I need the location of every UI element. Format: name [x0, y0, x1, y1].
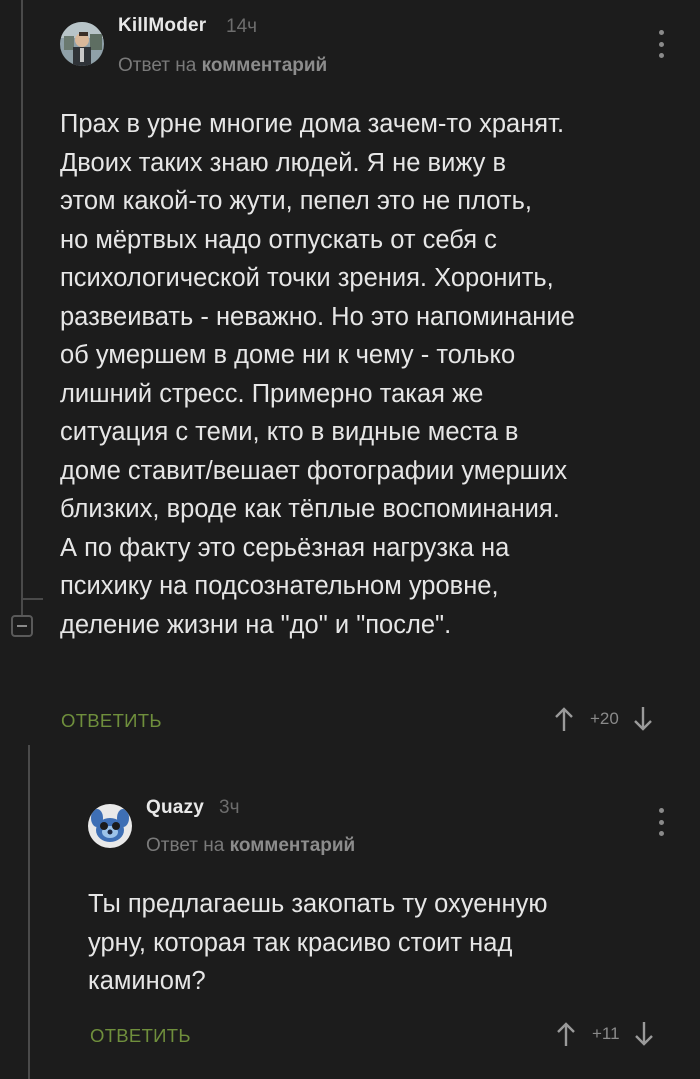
- comment-author[interactable]: KillModer: [118, 15, 206, 37]
- comment-body: Ты предлагаешь закопать ту охуенную урну…: [88, 890, 548, 995]
- reply-to-link[interactable]: комментарий: [202, 55, 328, 76]
- reply-button[interactable]: ОТВЕТИТЬ: [61, 710, 162, 732]
- vote-controls: +20: [554, 706, 653, 732]
- collapse-thread-button[interactable]: [11, 615, 33, 637]
- rating-count: +11: [592, 1024, 620, 1043]
- reply-button[interactable]: ОТВЕТИТЬ: [90, 1025, 191, 1047]
- arrow-up-icon[interactable]: [554, 706, 574, 732]
- arrow-down-icon[interactable]: [634, 1021, 654, 1047]
- comment-body: Прах в урне многие дома зачем-то хранят.…: [60, 110, 575, 639]
- thread-line-nested: [28, 745, 30, 1079]
- comment-time: 14ч: [226, 16, 258, 37]
- avatar[interactable]: [88, 804, 132, 848]
- reply-to-line: Ответ на комментарий: [118, 55, 327, 77]
- reply-to-link[interactable]: комментарий: [230, 835, 356, 856]
- comment-author[interactable]: Quazy: [146, 797, 204, 819]
- reply-to-prefix: Ответ на: [146, 835, 225, 856]
- comment-time: 3ч: [219, 797, 240, 818]
- thread-line-hook: [21, 598, 43, 600]
- reply-to-line: Ответ на комментарий: [146, 835, 355, 857]
- avatar[interactable]: [60, 22, 104, 66]
- collapse-thread-icon: [17, 625, 27, 627]
- rating-count: +20: [590, 709, 619, 728]
- arrow-up-icon[interactable]: [556, 1021, 576, 1047]
- reply-to-prefix: Ответ на: [118, 55, 197, 76]
- arrow-down-icon[interactable]: [633, 706, 653, 732]
- kebab-menu-icon[interactable]: [654, 808, 668, 836]
- kebab-menu-icon[interactable]: [654, 30, 668, 58]
- vote-controls: +11: [556, 1021, 654, 1047]
- thread-line-main: [21, 0, 23, 615]
